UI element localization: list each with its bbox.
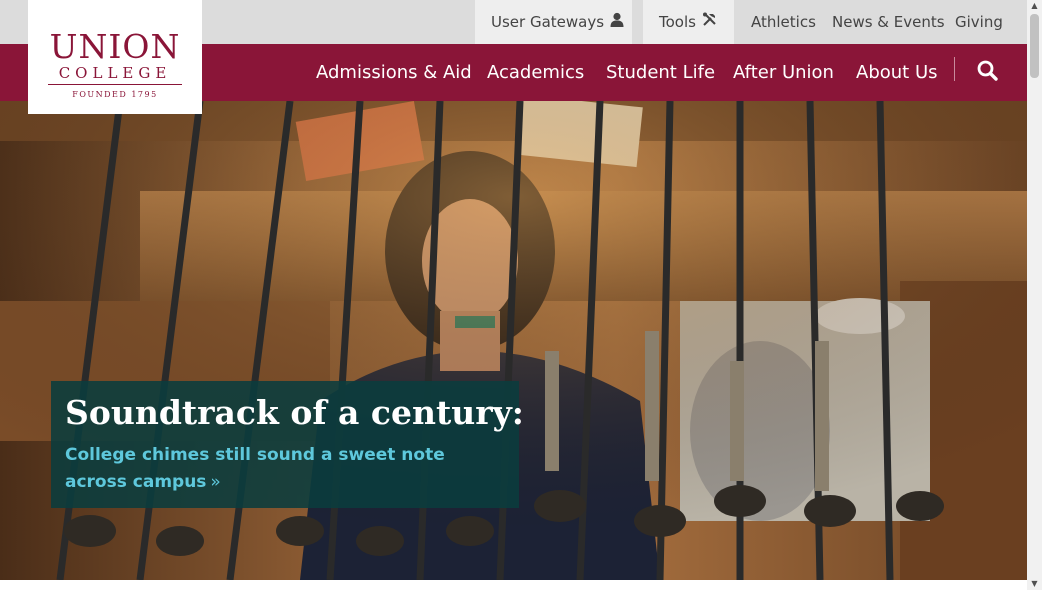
search-icon <box>977 60 998 81</box>
hero-caption: Soundtrack of a century: College chimes … <box>51 381 524 508</box>
nav-about-us[interactable]: About Us <box>856 44 938 101</box>
logo-rule <box>48 84 182 85</box>
hero-title: Soundtrack of a century: <box>65 393 524 432</box>
union-college-logo[interactable]: UNION COLLEGE FOUNDED 1795 <box>28 0 202 114</box>
chevron-right-icon: » <box>210 472 221 492</box>
logo-union-text: UNION <box>49 27 181 66</box>
athletics-link[interactable]: Athletics <box>751 0 816 44</box>
scroll-down-arrow-icon[interactable]: ▼ <box>1027 578 1042 590</box>
hero-banner[interactable]: Soundtrack of a century: College chimes … <box>0 101 1027 580</box>
nav-academics[interactable]: Academics <box>487 44 584 101</box>
user-icon <box>610 0 624 44</box>
hero-story-link[interactable]: College chimes still sound a sweet note … <box>65 442 505 496</box>
tools-icon <box>702 0 717 44</box>
vertical-scrollbar[interactable]: ▲ ▼ <box>1027 0 1042 590</box>
user-gateways-label: User Gateways <box>491 13 605 31</box>
scroll-thumb[interactable] <box>1030 14 1039 78</box>
news-events-link[interactable]: News & Events <box>832 0 945 44</box>
nav-after-union[interactable]: After Union <box>733 44 834 101</box>
logo-founded-text: FOUNDED 1795 <box>72 90 158 99</box>
tools-button[interactable]: Tools <box>643 0 734 44</box>
giving-link[interactable]: Giving <box>955 0 1003 44</box>
scroll-up-arrow-icon[interactable]: ▲ <box>1027 0 1042 12</box>
search-button[interactable] <box>975 58 1001 84</box>
nav-divider <box>954 57 955 81</box>
tools-label: Tools <box>659 13 696 31</box>
logo-college-text: COLLEGE <box>58 64 172 82</box>
user-gateways-button[interactable]: User Gateways <box>475 0 632 44</box>
nav-admissions-aid[interactable]: Admissions & Aid <box>316 44 472 101</box>
nav-student-life[interactable]: Student Life <box>606 44 715 101</box>
hero-image <box>0 101 1027 580</box>
hero-story-link-text: College chimes still sound a sweet note … <box>65 445 445 492</box>
